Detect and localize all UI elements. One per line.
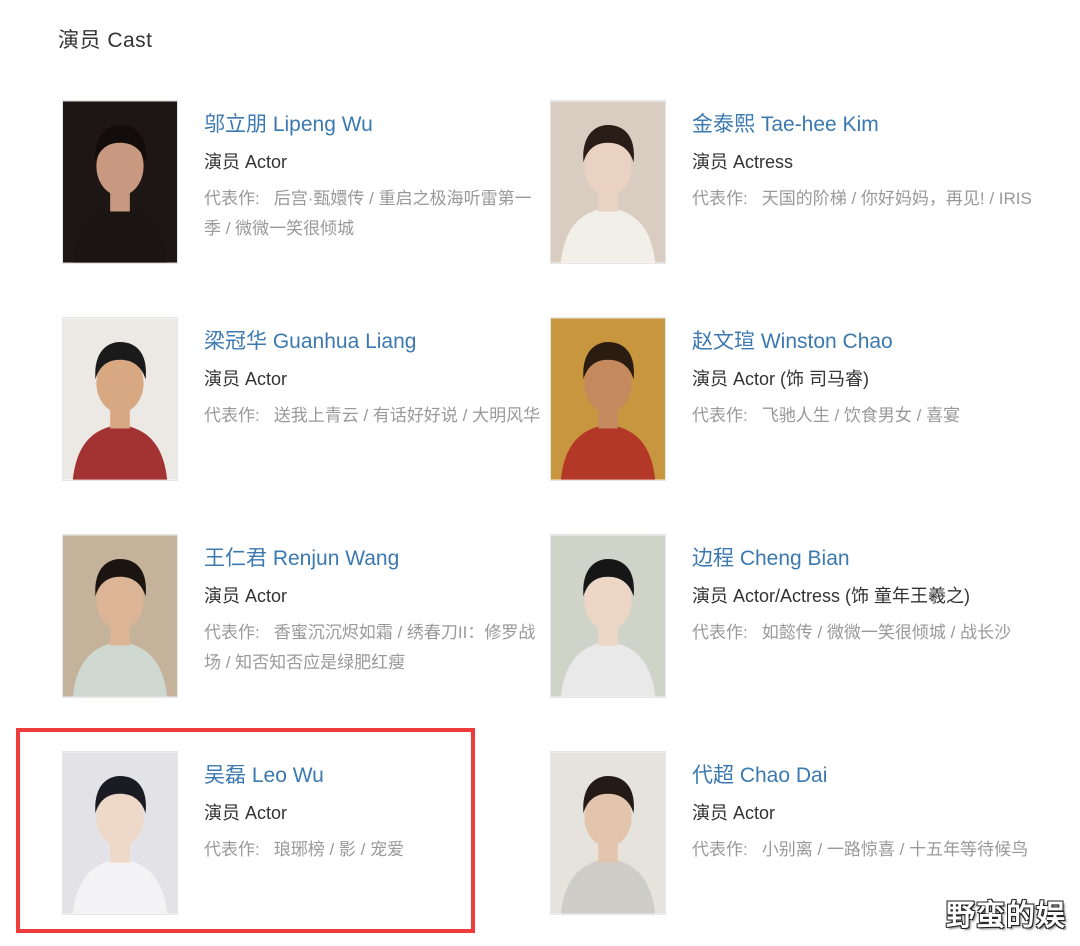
works-list: 飞驰人生 / 饮食男女 / 喜宴 xyxy=(761,406,961,425)
cast-name-link[interactable]: 赵文瑄 Winston Chao xyxy=(692,327,1036,357)
cast-photo[interactable] xyxy=(62,317,178,481)
cast-name-link[interactable]: 金泰熙 Tae-hee Kim xyxy=(692,110,1036,140)
cast-photo[interactable] xyxy=(550,534,666,698)
cast-role: 演员 Actor xyxy=(204,152,288,172)
representative-works: 代表作: 如懿传 / 微微一笑很倾城 / 战长沙 xyxy=(692,618,1032,648)
cast-card: 赵文瑄 Winston Chao 演员 Actor (饰 司马睿) 代表作: 飞驰… xyxy=(550,317,1040,487)
portrait-image xyxy=(63,101,177,263)
cast-card: 梁冠华 Guanhua Liang 演员 Actor 代表作: 送我上青云 / 有… xyxy=(62,317,552,487)
works-label: 代表作: xyxy=(692,189,748,208)
works-label: 代表作: xyxy=(692,623,748,642)
works-list: 小别离 / 一路惊喜 / 十五年等待候鸟 xyxy=(761,840,1029,859)
cast-name-link[interactable]: 边程 Cheng Bian xyxy=(692,544,1036,574)
highlight-box xyxy=(16,728,475,933)
cast-photo[interactable] xyxy=(62,534,178,698)
cast-role: 演员 Actor xyxy=(204,586,288,606)
portrait-image xyxy=(551,318,665,480)
works-list: 如懿传 / 微微一笑很倾城 / 战长沙 xyxy=(761,623,1012,642)
cast-role: 演员 Actor xyxy=(692,803,776,823)
works-label: 代表作: xyxy=(204,406,260,425)
cast-photo[interactable] xyxy=(550,317,666,481)
cast-name-link[interactable]: 王仁君 Renjun Wang xyxy=(204,544,548,574)
cast-card: 边程 Cheng Bian 演员 Actor/Actress (饰 童年王羲之)… xyxy=(550,534,1040,704)
cast-name-link[interactable]: 梁冠华 Guanhua Liang xyxy=(204,327,548,357)
works-label: 代表作: xyxy=(204,623,260,642)
representative-works: 代表作: 小别离 / 一路惊喜 / 十五年等待候鸟 xyxy=(692,835,1032,865)
cast-card: 邬立朋 Lipeng Wu 演员 Actor 代表作: 后宫·甄嬛传 / 重启之极… xyxy=(62,100,552,270)
portrait-image xyxy=(551,535,665,697)
portrait-image xyxy=(551,752,665,914)
cast-card: 王仁君 Renjun Wang 演员 Actor 代表作: 香蜜沉沉烬如霜 / 绣… xyxy=(62,534,552,704)
cast-role: 演员 Actress xyxy=(692,152,794,172)
portrait-image xyxy=(63,535,177,697)
works-label: 代表作: xyxy=(692,840,748,859)
representative-works: 代表作: 送我上青云 / 有话好好说 / 大明风华 xyxy=(204,401,544,431)
cast-name-link[interactable]: 邬立朋 Lipeng Wu xyxy=(204,110,548,140)
cast-role: 演员 Actor/Actress (饰 童年王羲之) xyxy=(692,586,971,606)
works-label: 代表作: xyxy=(204,189,260,208)
cast-photo[interactable] xyxy=(550,751,666,915)
portrait-image xyxy=(63,318,177,480)
representative-works: 代表作: 飞驰人生 / 饮食男女 / 喜宴 xyxy=(692,401,1032,431)
works-label: 代表作: xyxy=(692,406,748,425)
cast-role: 演员 Actor xyxy=(204,369,288,389)
watermark: 野蛮的娱 xyxy=(945,900,1066,932)
portrait-image xyxy=(551,101,665,263)
cast-role: 演员 Actor (饰 司马睿) xyxy=(692,369,870,389)
works-list: 天国的阶梯 / 你好妈妈，再见! / IRIS xyxy=(761,189,1032,208)
cast-photo[interactable] xyxy=(62,100,178,264)
works-list: 送我上青云 / 有话好好说 / 大明风华 xyxy=(273,406,541,425)
cast-photo[interactable] xyxy=(550,100,666,264)
representative-works: 代表作: 天国的阶梯 / 你好妈妈，再见! / IRIS xyxy=(692,184,1032,214)
representative-works: 代表作: 香蜜沉沉烬如霜 / 绣春刀II：修罗战场 / 知否知否应是绿肥红瘦 xyxy=(204,618,544,678)
cast-name-link[interactable]: 代超 Chao Dai xyxy=(692,761,1036,791)
representative-works: 代表作: 后宫·甄嬛传 / 重启之极海听雷第一季 / 微微一笑很倾城 xyxy=(204,184,544,244)
cast-card: 金泰熙 Tae-hee Kim 演员 Actress 代表作: 天国的阶梯 / 你… xyxy=(550,100,1040,270)
page-title: 演员 Cast xyxy=(58,29,153,52)
